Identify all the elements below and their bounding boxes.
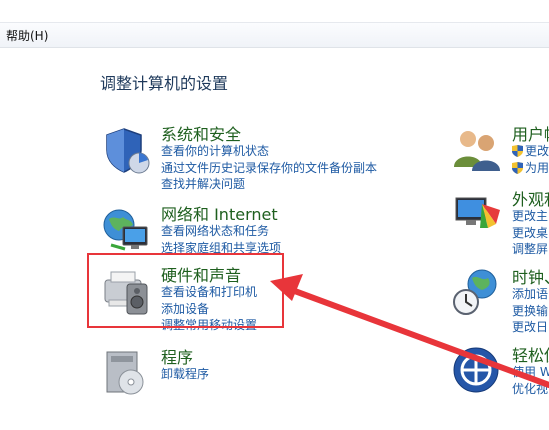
category-title[interactable]: 程序 bbox=[161, 344, 193, 368]
link-uninstall-program[interactable]: 卸载程序 bbox=[161, 366, 209, 383]
menu-help-label: 帮助(H) bbox=[6, 29, 49, 43]
link-clock-2[interactable]: 更换输 bbox=[512, 303, 548, 320]
category-title[interactable]: 外观和 bbox=[512, 186, 549, 210]
ease-of-access-icon[interactable] bbox=[452, 346, 502, 396]
link-view-computer-status[interactable]: 查看你的计算机状态 bbox=[161, 143, 377, 160]
link-text: 为用 bbox=[525, 160, 549, 175]
uac-shield-icon bbox=[512, 145, 523, 157]
window-top-area bbox=[0, 0, 549, 22]
link-file-history[interactable]: 通过文件历史记录保存你的文件备份副本 bbox=[161, 160, 377, 177]
link-user-change[interactable]: 更改 bbox=[512, 143, 549, 160]
link-network-status[interactable]: 查看网络状态和任务 bbox=[161, 223, 281, 240]
monitor-palette-icon[interactable] bbox=[452, 190, 502, 240]
link-user-for[interactable]: 为用 bbox=[512, 160, 549, 177]
menu-bar: 帮助(H) bbox=[0, 22, 549, 48]
link-appearance-3[interactable]: 调整屏 bbox=[512, 241, 548, 258]
programs-box-icon[interactable] bbox=[101, 348, 151, 398]
link-troubleshoot[interactable]: 查找并解决问题 bbox=[161, 176, 377, 193]
annotation-highlight-box bbox=[87, 253, 284, 328]
link-text: 更改 bbox=[525, 144, 549, 158]
menu-help[interactable]: 帮助(H) bbox=[6, 27, 48, 44]
category-title[interactable]: 网络和 Internet bbox=[161, 201, 278, 225]
link-clock-1[interactable]: 添加语 bbox=[512, 286, 548, 303]
category-title[interactable]: 用户帐 bbox=[512, 121, 549, 145]
link-appearance-1[interactable]: 更改主 bbox=[512, 208, 548, 225]
category-title[interactable]: 时钟、 bbox=[512, 264, 549, 288]
uac-shield-icon bbox=[512, 161, 523, 174]
globe-network-icon[interactable] bbox=[101, 205, 151, 255]
shield-icon[interactable] bbox=[101, 125, 151, 175]
clock-globe-icon[interactable] bbox=[452, 268, 502, 318]
category-title[interactable]: 系统和安全 bbox=[161, 121, 241, 145]
link-ease-1[interactable]: 使用 W bbox=[512, 364, 549, 381]
link-ease-2[interactable]: 优化视 bbox=[512, 381, 549, 398]
users-icon[interactable] bbox=[452, 125, 502, 175]
link-appearance-2[interactable]: 更改桌 bbox=[512, 225, 548, 242]
category-title[interactable]: 轻松使 bbox=[512, 342, 549, 366]
link-clock-3[interactable]: 更改日 bbox=[512, 319, 548, 336]
page-title: 调整计算机的设置 bbox=[100, 74, 229, 93]
